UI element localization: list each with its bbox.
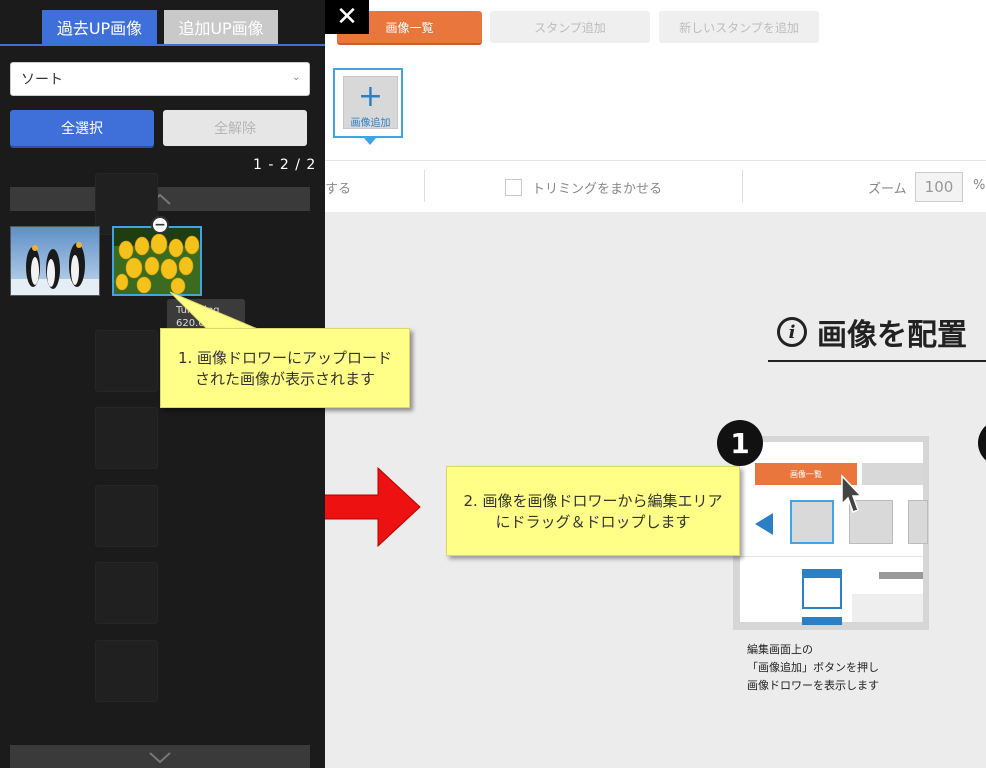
caret-down-icon [364,138,376,145]
deselect-all-button[interactable]: 全解除 [163,110,307,146]
trim-label: トリミングをまかせる [532,182,663,197]
mini-divider [740,556,923,557]
tulips-image[interactable] [112,226,202,296]
add-stamp-tab[interactable]: スタンプ追加 [490,11,650,43]
new-stamp-tab[interactable]: 新しいスタンプを追加 [659,11,819,43]
guide-title: 画像を配置 [817,318,967,353]
ghost-tool [95,485,158,547]
zoom-label: ズーム [868,182,907,197]
callout-line: 1. 画像ドロワーにアップロード [177,349,393,367]
tab-past-uploads[interactable]: 過去UP画像 [42,10,157,44]
callout-line: された画像が表示されます [194,370,375,388]
divider [424,170,425,202]
chevron-down-icon: ⌄ [292,72,301,83]
mini-bar [879,572,923,579]
callout-line: にドラッグ＆ドロップします [495,513,691,531]
drawer-callout: 1. 画像ドロワーにアップロード された画像が表示されます [160,328,410,408]
step1-text: 「画像追加」ボタンを押し [747,661,879,674]
scroll-down-button[interactable] [10,745,310,768]
mini-thumbnail-selected [790,500,834,544]
chevron-down-icon [149,751,171,763]
cursor-icon [840,474,864,520]
scroll-up-button[interactable] [10,187,310,211]
ghost-tool [95,330,158,392]
ghost-tool [95,562,158,624]
step1-text: 編集画面上の [747,643,813,656]
mini-tab [862,463,923,485]
tab-underline [0,44,325,46]
add-image-label: 画像追加 [350,118,391,129]
zoom-unit: % [973,178,986,193]
tab-added-uploads[interactable]: 追加UP画像 [164,10,278,44]
step1-number: 1 [717,420,763,466]
mini-panel [852,594,923,622]
select-all-button[interactable]: 全選択 [10,110,154,146]
option-partial-label: する [325,182,352,197]
guide-divider [768,360,986,362]
penguins-image[interactable] [10,226,100,296]
zoom-input[interactable]: 100 [915,172,963,202]
mini-thumbnail [908,500,928,544]
callout-line: 2. 画像を画像ドロワーから編集エリア [463,492,723,510]
trim-checkbox[interactable] [505,179,522,196]
mini-document-header [802,569,842,578]
drag-drop-callout: 2. 画像を画像ドロワーから編集エリア にドラッグ＆ドロップします [446,466,740,556]
mini-document-edge [802,617,842,625]
step1-text: 画像ドロワーを表示します [747,679,879,692]
close-button[interactable]: ✕ [325,0,369,34]
triangle-left-icon [755,513,773,535]
info-icon: i [777,317,807,347]
divider [742,170,743,202]
ghost-tool [95,407,158,469]
item-count: 1 - 2 / 2 [253,157,317,173]
ghost-tool [95,640,158,702]
plus-icon: + [357,79,384,114]
sort-select[interactable]: ソート [10,62,310,96]
remove-icon[interactable]: − [151,216,169,234]
